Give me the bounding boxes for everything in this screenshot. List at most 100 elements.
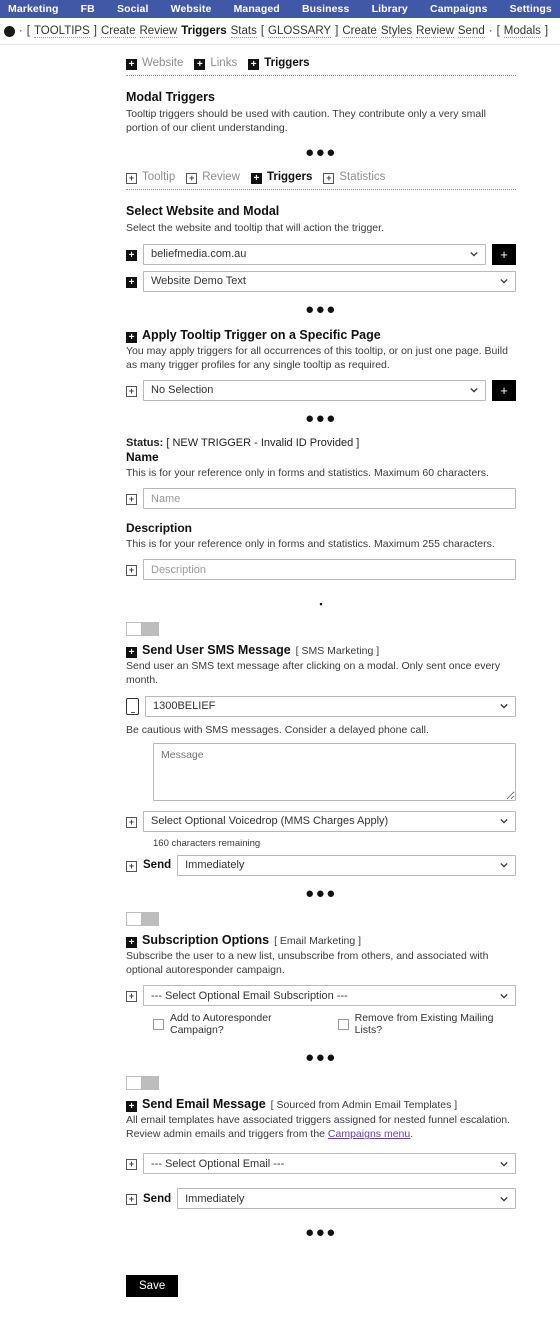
- breadcrumb-item-stats[interactable]: Stats: [230, 25, 257, 38]
- modal-select[interactable]: Website Demo Text: [143, 270, 516, 292]
- plus-square-outline-icon[interactable]: +: [126, 385, 137, 397]
- tab-links-label[interactable]: Links: [210, 57, 237, 69]
- chevron-down-icon: [500, 278, 508, 284]
- plus-square-outline-icon[interactable]: +: [126, 172, 137, 184]
- breadcrumb-item-styles[interactable]: Styles: [380, 25, 413, 38]
- sms-tag: [ SMS Marketing ]: [295, 645, 380, 658]
- description-input[interactable]: Description: [143, 559, 516, 581]
- breadcrumb-tooltips-link[interactable]: TOOLTIPS: [33, 25, 90, 38]
- plus-square-icon[interactable]: +: [126, 276, 137, 288]
- name-input[interactable]: Name: [143, 488, 516, 510]
- chevron-down-icon: [500, 863, 508, 868]
- topnav-item-library[interactable]: Library: [372, 3, 408, 15]
- logo-icon: [3, 25, 15, 37]
- breadcrumb-separator-2: ·: [488, 25, 493, 37]
- chevron-down-icon: [500, 703, 508, 709]
- status-value: [ NEW TRIGGER - Invalid ID Provided ]: [166, 436, 360, 449]
- plus-square-outline-icon[interactable]: +: [126, 991, 137, 1003]
- top-navigation-bar[interactable]: Marketing FB Social Website Managed Busi…: [0, 0, 560, 18]
- subscription-select[interactable]: --- Select Optional Email Subscription -…: [143, 985, 516, 1007]
- breadcrumb-item-review-1[interactable]: Review: [139, 25, 178, 38]
- breadcrumb[interactable]: · [ TOOLTIPS ] Create Review Triggers St…: [0, 18, 560, 45]
- sms-send-select[interactable]: Immediately: [177, 854, 516, 876]
- tab-review-label[interactable]: Review: [202, 171, 240, 183]
- section-tabs-top[interactable]: + Website + Links + Triggers: [126, 57, 516, 70]
- sms-number-row: 1300BELIEF: [126, 695, 516, 717]
- topnav-item-fb[interactable]: FB: [81, 3, 95, 15]
- subscription-select-value: --- Select Optional Email Subscription -…: [151, 989, 348, 1002]
- breadcrumb-item-send[interactable]: Send: [457, 25, 485, 38]
- select-website-description: Select the website and tooltip that will…: [126, 222, 384, 235]
- chevron-down-icon: [500, 1161, 508, 1167]
- ellipsis-divider: ●●●: [305, 1224, 337, 1242]
- save-button[interactable]: Save: [126, 1275, 179, 1298]
- topnav-item-marketing[interactable]: Marketing: [8, 3, 59, 15]
- plus-square-outline-icon[interactable]: +: [126, 565, 137, 577]
- plus-square-outline-icon[interactable]: +: [126, 816, 137, 828]
- plus-square-icon[interactable]: +: [126, 647, 137, 659]
- email-send-select[interactable]: Immediately: [177, 1188, 516, 1210]
- breadcrumb-item-create-1[interactable]: Create: [100, 25, 136, 38]
- description-field-description: This is for your reference only in forms…: [126, 538, 495, 551]
- breadcrumb-item-triggers[interactable]: Triggers: [181, 25, 226, 37]
- plus-square-outline-icon[interactable]: +: [323, 172, 335, 184]
- email-description: All email templates have associated trig…: [126, 1113, 516, 1141]
- sms-number-value: 1300BELIEF: [153, 700, 216, 713]
- topnav-item-managed[interactable]: Managed: [234, 3, 280, 15]
- sms-toggle[interactable]: [126, 622, 159, 637]
- plus-square-icon[interactable]: +: [126, 1101, 137, 1113]
- breadcrumb-item-create-2[interactable]: Create: [342, 25, 377, 38]
- plus-square-icon[interactable]: +: [126, 249, 137, 261]
- plus-square-outline-icon[interactable]: +: [126, 1159, 137, 1171]
- autoresponder-checkbox-label: Add to Autoresponder Campaign?: [170, 1012, 272, 1037]
- campaigns-menu-link[interactable]: Campaigns menu: [328, 1128, 410, 1140]
- breadcrumb-separator-1: ·: [18, 25, 23, 37]
- remove-mailing-lists-checkbox[interactable]: [337, 1018, 349, 1030]
- tab-triggers-label[interactable]: Triggers: [264, 57, 309, 69]
- tab-tooltip-label[interactable]: Tooltip: [142, 171, 175, 183]
- topnav-item-settings[interactable]: Settings: [510, 3, 552, 15]
- chevron-down-icon: [470, 388, 478, 393]
- plus-square-icon[interactable]: +: [126, 331, 137, 343]
- subscription-toggle[interactable]: [126, 911, 159, 926]
- sms-number-select[interactable]: 1300BELIEF: [145, 695, 516, 717]
- topnav-item-website[interactable]: Website: [171, 3, 212, 15]
- plus-square-outline-icon[interactable]: +: [126, 860, 137, 872]
- email-toggle-knob: [127, 1077, 141, 1090]
- subscription-select-row: + --- Select Optional Email Subscription…: [126, 985, 516, 1007]
- specific-page-select[interactable]: No Selection: [143, 379, 486, 401]
- website-select[interactable]: beliefmedia.com.au: [143, 243, 486, 265]
- add-website-button[interactable]: +: [492, 243, 516, 265]
- email-select[interactable]: --- Select Optional Email ---: [143, 1153, 516, 1175]
- modal-select-row: + Website Demo Text: [126, 270, 516, 292]
- plus-square-icon[interactable]: +: [248, 58, 260, 70]
- plus-square-icon[interactable]: +: [250, 172, 262, 184]
- sms-message-textarea[interactable]: [153, 742, 516, 801]
- breadcrumb-glossary-link[interactable]: GLOSSARY: [268, 25, 332, 38]
- email-toggle[interactable]: [126, 1076, 159, 1091]
- plus-square-outline-icon[interactable]: +: [126, 494, 137, 506]
- breadcrumb-item-review-2[interactable]: Review: [416, 25, 454, 38]
- breadcrumb-modals-link[interactable]: Modals: [503, 25, 541, 38]
- topnav-item-business[interactable]: Business: [302, 3, 350, 15]
- topnav-item-campaigns[interactable]: Campaigns: [430, 3, 488, 15]
- plus-square-icon[interactable]: +: [126, 58, 137, 70]
- name-field-title: Name: [126, 449, 159, 464]
- website-select-row: + beliefmedia.com.au +: [126, 243, 516, 265]
- bracket-close-1: ]: [93, 25, 97, 37]
- topnav-item-social[interactable]: Social: [117, 3, 149, 15]
- bracket-open-1: [: [26, 25, 30, 37]
- tab-statistics-label[interactable]: Statistics: [339, 171, 385, 183]
- tab-website-label[interactable]: Website: [142, 57, 183, 69]
- plus-square-icon[interactable]: +: [194, 58, 206, 70]
- select-website-title: Select Website and Modal: [126, 204, 280, 219]
- plus-square-icon[interactable]: +: [126, 936, 137, 948]
- sms-title: Send User SMS Message: [142, 643, 291, 658]
- plus-square-outline-icon[interactable]: +: [186, 172, 198, 184]
- plus-square-outline-icon[interactable]: +: [126, 1194, 137, 1206]
- section-tabs-second[interactable]: + Tooltip + Review + Triggers + Statisti…: [126, 171, 516, 184]
- tab-triggers-2-label[interactable]: Triggers: [267, 171, 312, 183]
- voicedrop-select[interactable]: Select Optional Voicedrop (MMS Charges A…: [143, 810, 516, 832]
- add-page-button[interactable]: +: [492, 379, 516, 401]
- autoresponder-checkbox[interactable]: [153, 1018, 164, 1030]
